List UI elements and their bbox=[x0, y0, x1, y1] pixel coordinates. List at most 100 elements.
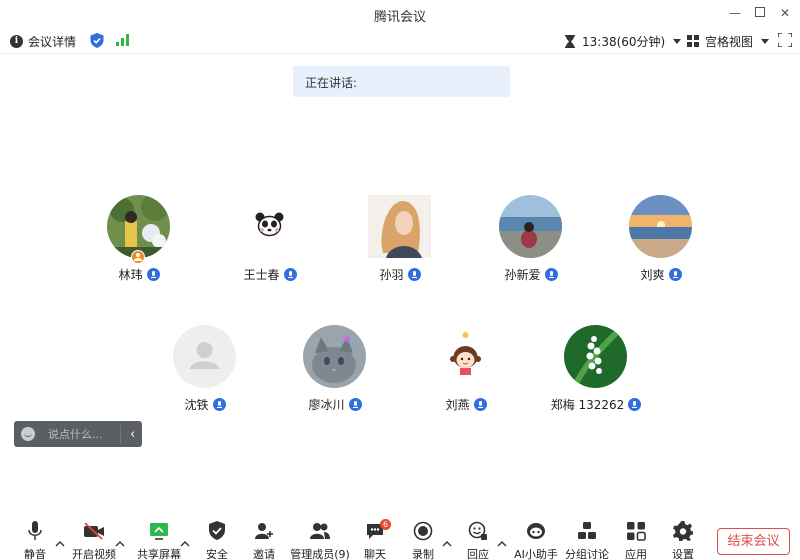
hourglass-icon bbox=[565, 34, 575, 48]
participant-name: 廖冰川 bbox=[270, 396, 400, 413]
close-icon[interactable]: ✕ bbox=[774, 4, 796, 22]
network-signal-icon[interactable] bbox=[116, 34, 130, 46]
participant-tile[interactable]: 郑梅 132262 bbox=[531, 325, 661, 417]
chevron-down-icon bbox=[673, 38, 682, 44]
record-icon bbox=[413, 521, 433, 541]
photo-avatar-icon bbox=[629, 195, 692, 258]
photo-avatar-icon bbox=[107, 195, 170, 258]
chat-input-bar[interactable]: 说点什么... ‹ bbox=[14, 421, 142, 447]
grid-view-icon bbox=[687, 35, 699, 47]
emoji-icon[interactable] bbox=[21, 427, 35, 441]
meeting-timer[interactable]: 13:38(60分钟) bbox=[565, 32, 682, 50]
end-meeting-button[interactable]: 结束会议 bbox=[717, 528, 790, 555]
microphone-icon bbox=[28, 521, 42, 540]
microphone-icon bbox=[473, 398, 487, 411]
view-mode-button[interactable]: 宫格视图 bbox=[687, 32, 770, 50]
chevron-up-icon[interactable] bbox=[497, 539, 507, 549]
avatar bbox=[434, 325, 497, 388]
participant-name: 王士春 bbox=[205, 266, 335, 283]
chevron-up-icon[interactable] bbox=[180, 539, 190, 549]
record-button[interactable]: 录制 bbox=[404, 521, 442, 560]
participant-name: 孙羽 bbox=[335, 266, 465, 283]
avatar bbox=[107, 195, 170, 258]
chat-unread-badge: 6 bbox=[380, 519, 391, 530]
share-screen-icon bbox=[150, 523, 168, 540]
security-button[interactable]: 安全 bbox=[199, 521, 235, 560]
chevron-up-icon[interactable] bbox=[442, 539, 452, 549]
avatar bbox=[173, 325, 236, 388]
participant-name: 郑梅 132262 bbox=[531, 396, 661, 413]
participant-tile[interactable]: 刘爽 bbox=[596, 195, 726, 287]
apps-icon bbox=[627, 522, 646, 541]
meeting-details-label: 会议详情 bbox=[28, 34, 77, 49]
avatar bbox=[629, 195, 692, 258]
breakout-rooms-button[interactable]: 分组讨论 bbox=[564, 521, 610, 560]
participant-tile[interactable]: 孙新爱 bbox=[466, 195, 596, 287]
timer-label: 13:38(60分钟) bbox=[582, 34, 666, 49]
participant-name: 孙新爱 bbox=[466, 266, 596, 283]
start-video-button[interactable]: 开启视频 bbox=[70, 521, 118, 560]
speaking-label: 正在讲话: bbox=[305, 76, 358, 90]
microphone-icon bbox=[283, 268, 297, 281]
minimize-icon[interactable]: — bbox=[724, 4, 746, 22]
share-screen-button[interactable]: 共享屏幕 bbox=[136, 521, 182, 560]
participant-tile[interactable]: 廖冰川 bbox=[270, 325, 400, 417]
avatar bbox=[303, 325, 366, 388]
avatar bbox=[238, 195, 301, 258]
panda-icon bbox=[255, 212, 284, 237]
chevron-up-icon[interactable] bbox=[115, 539, 125, 549]
chat-placeholder[interactable]: 说点什么... bbox=[48, 426, 108, 442]
microphone-icon bbox=[544, 268, 558, 281]
avatar bbox=[368, 195, 431, 258]
participant-tile[interactable]: 林玮 bbox=[74, 195, 204, 287]
participant-name: 刘爽 bbox=[596, 266, 726, 283]
title-bar: 腾讯会议 — ✕ bbox=[0, 0, 800, 28]
photo-avatar-icon bbox=[368, 195, 431, 258]
settings-button[interactable]: 设置 bbox=[665, 521, 701, 560]
photo-avatar-icon bbox=[303, 325, 366, 388]
reaction-icon bbox=[468, 521, 487, 540]
cartoon-girl-icon bbox=[450, 332, 481, 375]
microphone-icon bbox=[628, 398, 642, 411]
microphone-icon bbox=[146, 268, 160, 281]
avatar bbox=[499, 195, 562, 258]
host-badge-icon bbox=[131, 250, 145, 264]
add-user-icon bbox=[255, 523, 273, 539]
microphone-icon bbox=[668, 268, 682, 281]
window-title: 腾讯会议 bbox=[373, 10, 426, 25]
photo-avatar-icon bbox=[499, 195, 562, 258]
participant-name: 沈铁 bbox=[140, 396, 270, 413]
chevron-down-icon bbox=[761, 38, 770, 44]
avatar bbox=[564, 325, 627, 388]
video-off-icon bbox=[84, 522, 104, 540]
apps-button[interactable]: 应用 bbox=[618, 521, 654, 560]
ai-assistant-button[interactable]: AI小助手 bbox=[512, 521, 560, 560]
reaction-button[interactable]: 回应 bbox=[459, 521, 497, 560]
chevron-up-icon[interactable] bbox=[55, 539, 65, 549]
photo-avatar-icon bbox=[564, 325, 627, 388]
microphone-icon bbox=[212, 398, 226, 411]
gear-icon bbox=[673, 521, 693, 541]
manage-members-button[interactable]: 管理成员(9) bbox=[290, 521, 350, 560]
participant-tile[interactable]: 王士春 bbox=[205, 195, 335, 287]
chevron-left-icon[interactable]: ‹ bbox=[130, 427, 135, 442]
fullscreen-icon[interactable] bbox=[778, 33, 792, 47]
breakout-icon bbox=[578, 522, 596, 539]
participant-tile[interactable]: 刘燕 bbox=[401, 325, 531, 417]
default-user-icon bbox=[190, 342, 219, 369]
ai-robot-icon bbox=[527, 523, 545, 539]
security-shield-icon[interactable] bbox=[90, 33, 104, 48]
participant-tile[interactable]: 沈铁 bbox=[140, 325, 270, 417]
meeting-info-bar: i 会议详情 13:38(60分钟) 宫格视图 bbox=[0, 28, 800, 54]
participant-tile[interactable]: 孙羽 bbox=[335, 195, 465, 287]
invite-button[interactable]: 邀请 bbox=[245, 521, 283, 560]
meeting-details-button[interactable]: i 会议详情 bbox=[10, 32, 76, 50]
participant-name: 林玮 bbox=[74, 266, 204, 283]
maximize-icon[interactable] bbox=[749, 4, 771, 22]
mute-button[interactable]: 静音 bbox=[15, 521, 55, 560]
participant-name: 刘燕 bbox=[401, 396, 531, 413]
divider bbox=[120, 425, 121, 443]
shield-icon bbox=[209, 521, 225, 540]
microphone-icon bbox=[348, 398, 362, 411]
view-mode-label: 宫格视图 bbox=[705, 34, 754, 49]
